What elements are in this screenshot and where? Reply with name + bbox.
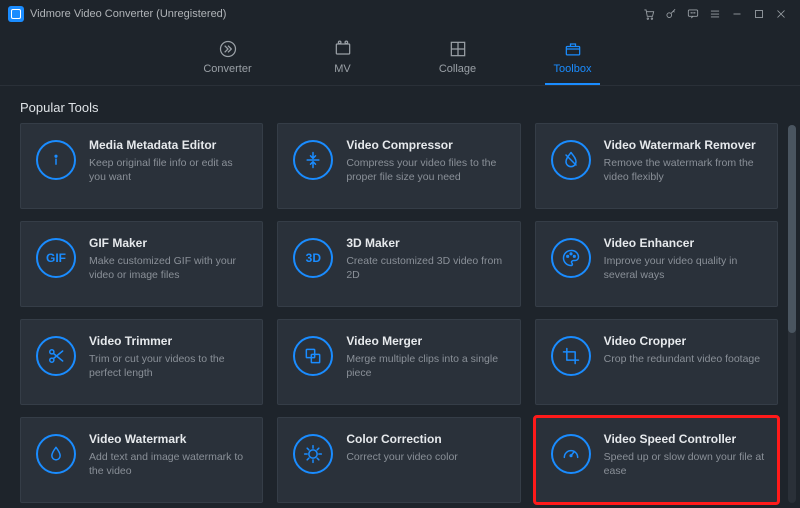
minimize-button[interactable] xyxy=(726,3,748,25)
speed-icon xyxy=(551,434,591,474)
tool-card[interactable]: Video Merger Merge multiple clips into a … xyxy=(277,319,520,405)
tool-desc: Compress your video files to the proper … xyxy=(346,156,507,184)
3d-icon: 3D xyxy=(293,238,333,278)
tool-title: Video Enhancer xyxy=(604,236,765,250)
tab-label: Toolbox xyxy=(554,63,592,75)
main-tabs: Converter MV Collage Toolbox xyxy=(0,28,800,86)
tool-card[interactable]: GIF GIF Maker Make customized GIF with you… xyxy=(20,221,263,307)
tool-desc: Add text and image watermark to the vide… xyxy=(89,450,250,478)
water-icon xyxy=(36,434,76,474)
collage-icon xyxy=(448,39,468,59)
color-icon xyxy=(293,434,333,474)
scissors-icon xyxy=(36,336,76,376)
tab-label: Collage xyxy=(439,63,476,75)
section-title: Popular Tools xyxy=(0,86,800,123)
tool-title: Video Trimmer xyxy=(89,334,250,348)
tool-card[interactable]: Video Watermark Add text and image waterm… xyxy=(20,417,263,503)
tool-title: Video Watermark Remover xyxy=(604,138,765,152)
tools-grid: Media Metadata Editor Keep original file … xyxy=(0,123,788,508)
tab-toolbox[interactable]: Toolbox xyxy=(545,39,600,85)
feedback-icon[interactable] xyxy=(682,3,704,25)
scrollbar[interactable] xyxy=(788,125,796,503)
app-logo-icon xyxy=(8,6,24,22)
tool-desc: Crop the redundant video footage xyxy=(604,352,765,366)
tool-desc: Correct your video color xyxy=(346,450,507,464)
tool-card[interactable]: Video Compressor Compress your video file… xyxy=(277,123,520,209)
tool-desc: Create customized 3D video from 2D xyxy=(346,254,507,282)
compress-icon xyxy=(293,140,333,180)
tool-title: Video Merger xyxy=(346,334,507,348)
tool-card[interactable]: Media Metadata Editor Keep original file … xyxy=(20,123,263,209)
mv-icon xyxy=(333,39,353,59)
toolbox-icon xyxy=(563,39,583,59)
tab-label: Converter xyxy=(203,63,251,75)
tool-desc: Merge multiple clips into a single piece xyxy=(346,352,507,380)
app-title: Vidmore Video Converter (Unregistered) xyxy=(30,8,226,20)
tab-converter[interactable]: Converter xyxy=(200,39,255,85)
tool-title: Video Compressor xyxy=(346,138,507,152)
tool-desc: Make customized GIF with your video or i… xyxy=(89,254,250,282)
tool-card[interactable]: Video Cropper Crop the redundant video fo… xyxy=(535,319,778,405)
tool-card[interactable]: Video Watermark Remover Remove the waterm… xyxy=(535,123,778,209)
menu-icon[interactable] xyxy=(704,3,726,25)
tool-card[interactable]: Video Enhancer Improve your video quality… xyxy=(535,221,778,307)
crop-icon xyxy=(551,336,591,376)
key-icon[interactable] xyxy=(660,3,682,25)
maximize-button[interactable] xyxy=(748,3,770,25)
gif-icon: GIF xyxy=(36,238,76,278)
tool-title: Color Correction xyxy=(346,432,507,446)
close-button[interactable] xyxy=(770,3,792,25)
converter-icon xyxy=(218,39,238,59)
tool-desc: Improve your video quality in several wa… xyxy=(604,254,765,282)
tool-desc: Remove the watermark from the video flex… xyxy=(604,156,765,184)
droplet-icon xyxy=(551,140,591,180)
scroll-thumb[interactable] xyxy=(788,125,796,333)
tool-title: Video Speed Controller xyxy=(604,432,765,446)
merge-icon xyxy=(293,336,333,376)
tool-desc: Speed up or slow down your file at ease xyxy=(604,450,765,478)
tool-title: 3D Maker xyxy=(346,236,507,250)
tool-desc: Keep original file info or edit as you w… xyxy=(89,156,250,184)
palette-icon xyxy=(551,238,591,278)
info-icon xyxy=(36,140,76,180)
tool-card[interactable]: Video Trimmer Trim or cut your videos to … xyxy=(20,319,263,405)
tool-card[interactable]: Video Speed Controller Speed up or slow d… xyxy=(535,417,778,503)
tool-title: Media Metadata Editor xyxy=(89,138,250,152)
cart-icon[interactable] xyxy=(638,3,660,25)
tool-desc: Trim or cut your videos to the perfect l… xyxy=(89,352,250,380)
titlebar: Vidmore Video Converter (Unregistered) xyxy=(0,0,800,28)
tool-card[interactable]: 3D 3D Maker Create customized 3D video fro… xyxy=(277,221,520,307)
tool-title: GIF Maker xyxy=(89,236,250,250)
tool-card[interactable]: Color Correction Correct your video color xyxy=(277,417,520,503)
tool-title: Video Watermark xyxy=(89,432,250,446)
tool-title: Video Cropper xyxy=(604,334,765,348)
tab-collage[interactable]: Collage xyxy=(430,39,485,85)
tab-label: MV xyxy=(334,63,351,75)
tab-mv[interactable]: MV xyxy=(315,39,370,85)
